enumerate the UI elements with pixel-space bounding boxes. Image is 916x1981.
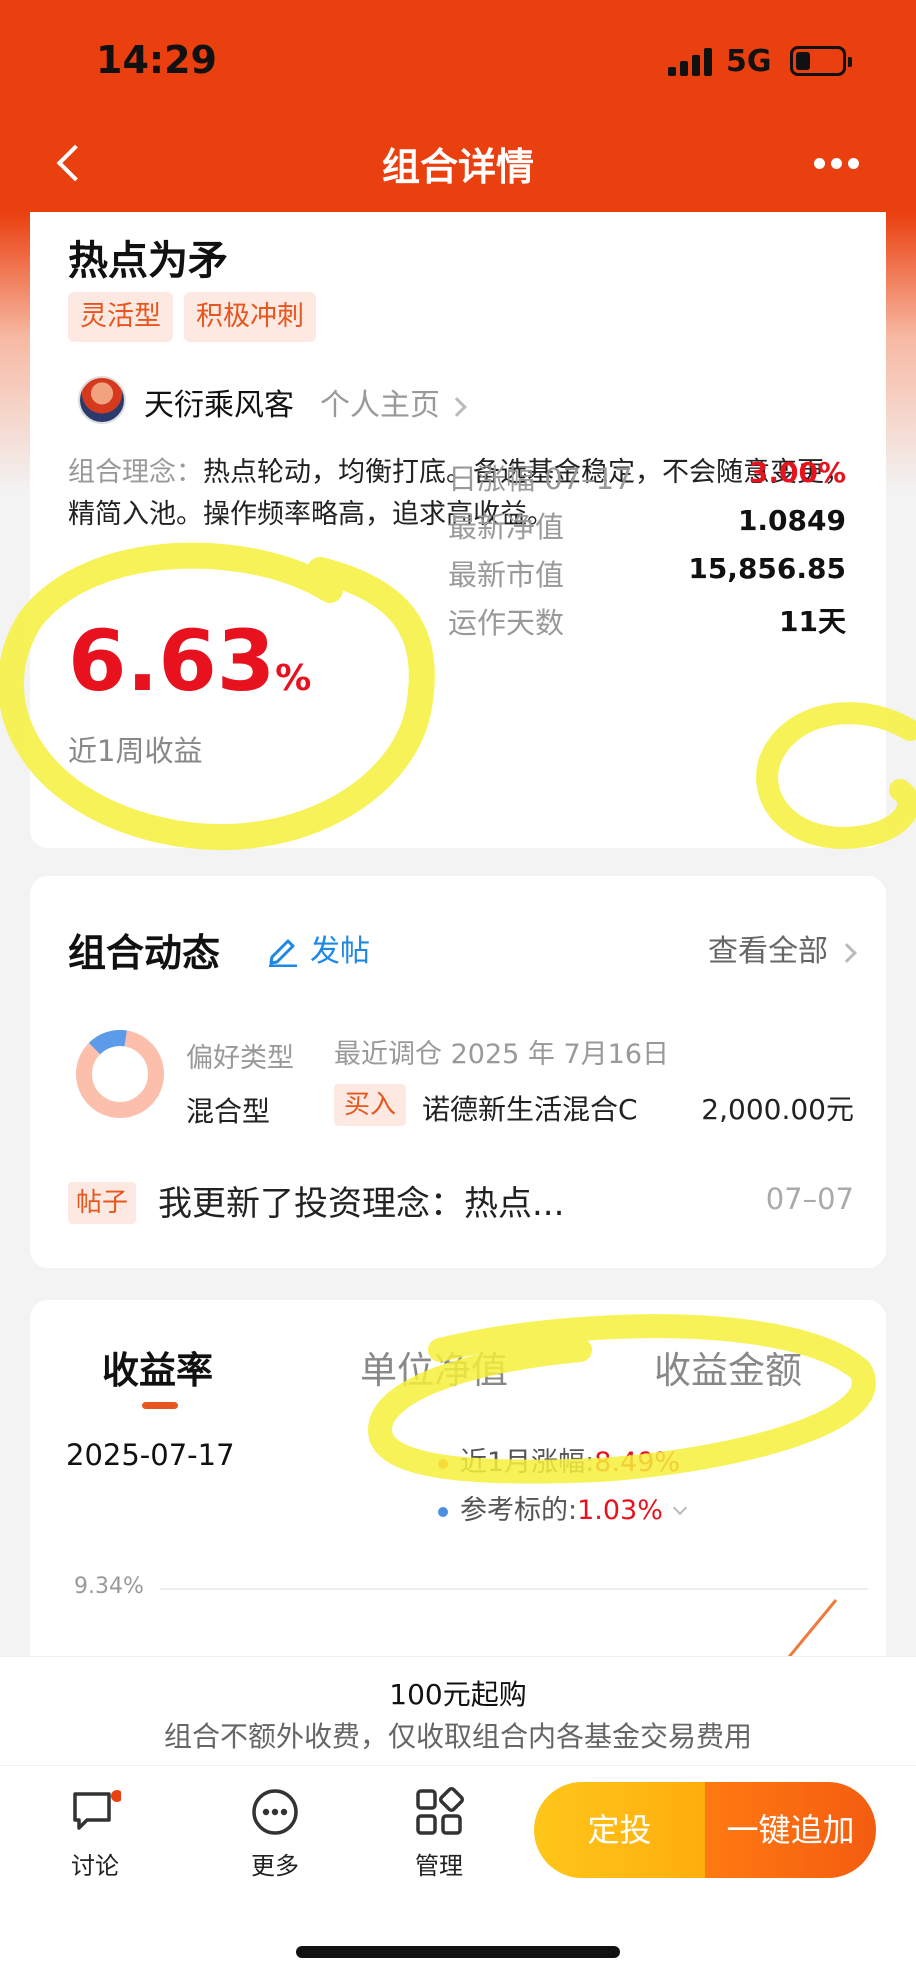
network-label: 5G — [726, 44, 772, 79]
owner-name[interactable]: 天衍乘风客 — [144, 380, 294, 424]
fund-name: 热点为矛 — [68, 238, 228, 284]
stat-label: 日涨幅 07–17 — [448, 462, 633, 496]
profile-link[interactable]: 个人主页 — [320, 380, 464, 424]
post-button[interactable]: 发帖 — [266, 926, 370, 970]
chat-icon — [73, 1790, 121, 1830]
dingtou-button[interactable]: 定投 — [534, 1782, 705, 1878]
stat-value: 3.00% — [748, 456, 846, 489]
stat-days: 运作天数 11天 — [448, 600, 846, 644]
manage-button[interactable]: 管理 — [384, 1786, 494, 1881]
stat-label: 最新净值 — [448, 510, 565, 544]
status-bar: 14:29 5G — [0, 0, 916, 120]
tag-aggressive: 积极冲刺 — [184, 292, 316, 342]
action-buttons: 定投 一键追加 — [534, 1782, 876, 1878]
min-purchase: 100元起购 — [389, 1678, 527, 1711]
pref-value: 混合型 — [186, 1095, 271, 1128]
week-return-value: 6.63 — [68, 612, 276, 710]
battery-icon — [790, 46, 852, 76]
manage-label: 管理 — [415, 1852, 463, 1880]
week-return-label: 近1周收益 — [68, 734, 203, 768]
see-all-link[interactable]: 查看全部 — [708, 926, 854, 970]
stat-label: 最新市值 — [448, 558, 565, 592]
return-chart — [768, 1599, 838, 1680]
more-label: 更多 — [251, 1852, 299, 1880]
signal-icon — [668, 48, 714, 76]
pencil-icon — [269, 939, 297, 967]
week-return: 6.63% — [68, 612, 311, 710]
more-circle-icon — [252, 1789, 298, 1835]
more-icon[interactable] — [814, 158, 860, 170]
discuss-label: 讨论 — [71, 1852, 119, 1880]
buy-amount: 2,000.00元 — [701, 1093, 854, 1126]
top-bar: 14:29 5G 组合详情 — [0, 0, 916, 212]
buy-fund-name[interactable]: 诺德新生活混合C — [422, 1088, 638, 1128]
concept-label: 组合理念： — [68, 457, 203, 488]
tag-flexible: 灵活型 — [68, 292, 173, 342]
stat-value: 11天 — [779, 605, 846, 638]
stat-label: 运作天数 — [448, 606, 565, 640]
activity-card: 组合动态 发帖 查看全部 偏好类型 混合型 最近调仓 2025 年 7月16日 … — [30, 876, 886, 1268]
stat-market-value: 最新市值 15,856.85 — [448, 552, 846, 596]
grid-manage-icon — [416, 1786, 465, 1835]
discuss-button[interactable]: 讨论 — [40, 1786, 150, 1881]
home-indicator[interactable] — [296, 1946, 620, 1958]
preference-donut-icon — [76, 1030, 164, 1118]
bottom-toolbar: 讨论 更多 管理 定投 一键追加 — [0, 1766, 916, 1981]
more-button[interactable]: 更多 — [220, 1786, 330, 1881]
post-button-label: 发帖 — [310, 934, 370, 969]
pref-label: 偏好类型 — [186, 1043, 294, 1074]
buy-badge: 买入 — [334, 1084, 407, 1126]
performance-card: 收益率 单位净值 收益金额 2025-07-17 近1月涨幅:8.49% 参考标… — [30, 1300, 886, 1680]
nav-bar: 组合详情 — [0, 120, 916, 212]
post-badge: 帖子 — [68, 1182, 137, 1224]
post-preview[interactable]: 我更新了投资理念：热点... — [158, 1176, 564, 1225]
activity-title: 组合动态 — [68, 931, 221, 975]
status-time: 14:29 — [96, 38, 217, 82]
stat-value: 15,856.85 — [688, 552, 846, 585]
stat-nav: 最新净值 1.0849 — [448, 504, 846, 548]
post-date: 07–07 — [765, 1182, 854, 1216]
page-title: 组合详情 — [381, 145, 534, 189]
fund-summary-card: 热点为矛 灵活型 积极冲刺 天衍乘风客 个人主页 组合理念：热点轮动，均衡打底。… — [30, 212, 886, 848]
fee-note: 组合不额外收费，仅收取组合内各基金交易费用 — [163, 1720, 752, 1753]
stat-value: 1.0849 — [737, 504, 846, 537]
avatar[interactable] — [78, 376, 126, 424]
recent-rebalance: 最近调仓 2025 年 7月16日 — [334, 1039, 669, 1070]
week-return-unit: % — [275, 658, 312, 699]
add-investment-button[interactable]: 一键追加 — [705, 1782, 876, 1878]
stat-daily-change: 日涨幅 07–17 3.00% — [448, 456, 846, 500]
purchase-info: 100元起购 组合不额外收费，仅收取组合内各基金交易费用 — [0, 1656, 916, 1766]
